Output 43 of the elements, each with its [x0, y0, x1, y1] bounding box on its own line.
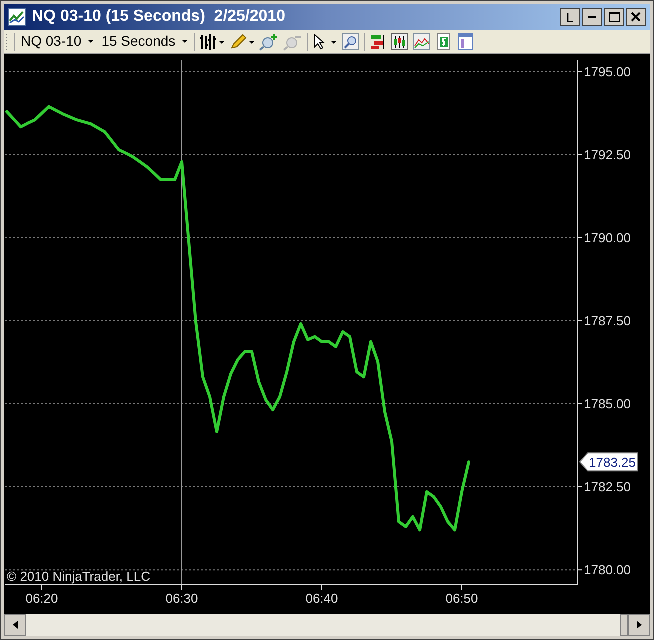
tick-label: 1790.00	[584, 230, 631, 246]
scroll-left-button[interactable]	[4, 614, 26, 636]
window-title: NQ 03-10 (15 Seconds) 2/25/2010	[32, 7, 286, 27]
left-arrow-icon	[12, 621, 18, 629]
tick-label: 06:20	[26, 591, 58, 606]
pencil-icon[interactable]	[228, 32, 255, 50]
tick-label: 06:30	[166, 591, 198, 606]
tick-label: 1785.00	[584, 396, 631, 412]
tick-label: 1782.50	[584, 480, 631, 495]
zoom-in-icon[interactable]	[258, 32, 279, 50]
bars-icon[interactable]	[368, 32, 387, 50]
tick-label: 06:40	[306, 591, 338, 606]
tick-label: 1787.50	[584, 314, 631, 328]
dollar-icon[interactable]	[434, 32, 453, 50]
layout-button[interactable]: L	[560, 8, 580, 26]
caret-icon	[88, 40, 94, 44]
line-chart-icon[interactable]	[412, 32, 431, 50]
caret-icon	[182, 40, 188, 44]
properties-icon[interactable]	[456, 32, 475, 50]
magnifier-icon[interactable]	[342, 32, 360, 50]
scroll-thumb[interactable]	[620, 614, 628, 636]
maximize-icon	[608, 12, 620, 22]
tick-label: 1792.50	[584, 147, 631, 162]
close-button[interactable]	[626, 8, 646, 26]
bar-style-icon[interactable]	[198, 32, 225, 50]
instrument-dropdown[interactable]: NQ 03-10	[19, 31, 96, 52]
chart-app-icon	[8, 8, 26, 26]
close-icon	[631, 12, 641, 22]
pointer-icon[interactable]	[312, 32, 338, 50]
maximize-button[interactable]	[604, 8, 624, 26]
copyright-text: © 2010 NinjaTrader, LLC	[7, 569, 151, 584]
tick-label: 1780.00	[584, 562, 631, 578]
right-arrow-icon	[636, 621, 642, 629]
grip-icon	[6, 32, 10, 50]
scroll-right-button[interactable]	[628, 614, 650, 636]
minimize-button[interactable]	[582, 8, 602, 26]
minimize-icon	[588, 16, 596, 18]
interval-dropdown[interactable]: 15 Seconds	[100, 31, 190, 52]
candlestick-icon[interactable]	[390, 32, 409, 50]
horizontal-scrollbar[interactable]	[4, 614, 650, 636]
tick-label: 1795.00	[584, 64, 631, 80]
last-price-tag: 1783.25	[579, 452, 638, 472]
tick-label: 06:50	[446, 591, 478, 606]
